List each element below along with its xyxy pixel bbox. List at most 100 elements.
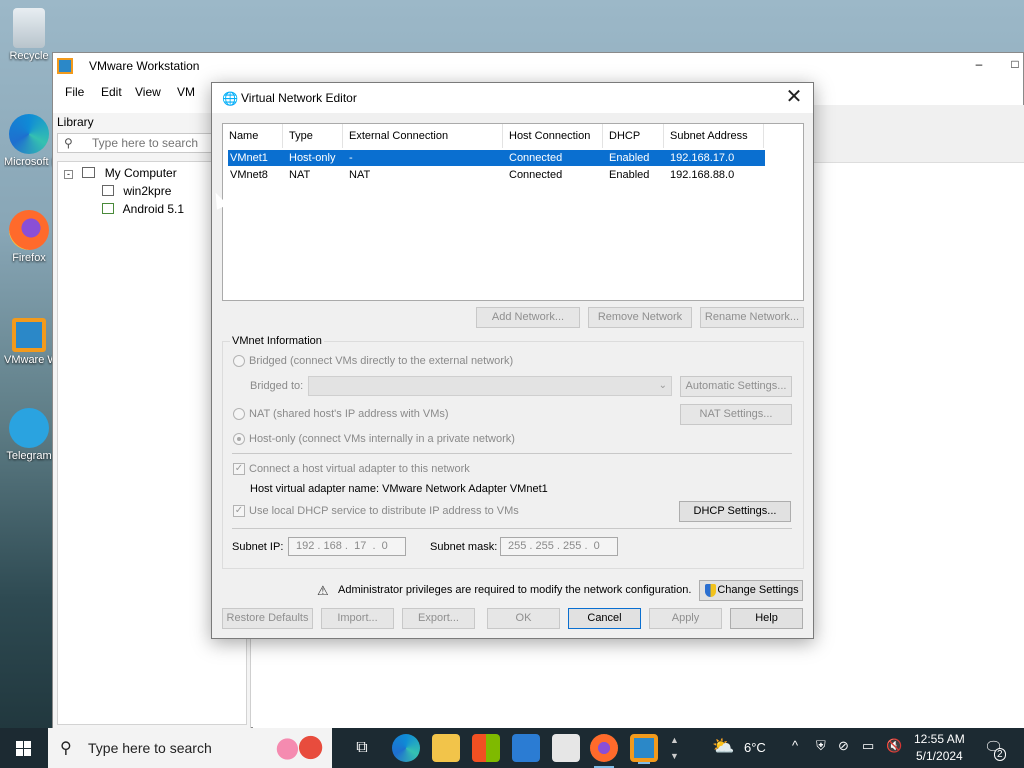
table-row-vmnet1[interactable]: VMnet1 Host-only - Connected Enabled 192… xyxy=(228,150,765,166)
edge-icon xyxy=(9,114,49,154)
cancel-button[interactable]: Cancel xyxy=(568,608,641,629)
table-row-vmnet8[interactable]: VMnet8 NAT NAT Connected Enabled 192.168… xyxy=(228,167,765,183)
tree-item-label: Android 5.1 xyxy=(122,202,185,216)
help-button[interactable]: Help xyxy=(730,608,803,629)
column-header-subnet-address[interactable]: Subnet Address xyxy=(664,124,764,148)
vm-icon xyxy=(102,203,114,214)
close-button[interactable]: ✕ xyxy=(781,86,807,110)
column-header-host-connection[interactable]: Host Connection xyxy=(503,124,603,148)
remove-network-button[interactable]: Remove Network xyxy=(588,307,692,328)
minimize-button[interactable]: – xyxy=(967,57,991,71)
vmware-app-icon xyxy=(57,58,73,74)
use-dhcp-checkbox[interactable]: ✓ xyxy=(233,505,245,517)
menu-edit[interactable]: Edit xyxy=(101,85,122,99)
menu-vm[interactable]: VM xyxy=(177,85,195,99)
mail-icon[interactable] xyxy=(512,734,540,762)
cell-dhcp: Enabled xyxy=(609,152,650,164)
virtual-network-editor-dialog: 🌐 Virtual Network Editor ✕ Name Type Ext… xyxy=(211,82,814,639)
desktop-icon-label: Microsoft Edge xyxy=(4,156,54,168)
clock-time[interactable]: 12:55 AM xyxy=(914,732,965,746)
use-dhcp-label: Use local DHCP service to distribute IP … xyxy=(249,505,519,517)
desktop-icon-recycle-bin[interactable]: Recycle xyxy=(4,8,54,62)
tree-item-vm[interactable]: win2kpre xyxy=(102,184,171,198)
bridged-to-select[interactable]: ⌄ xyxy=(308,376,672,396)
connect-adapter-checkbox[interactable]: ✓ xyxy=(233,463,245,475)
column-header-name[interactable]: Name xyxy=(223,124,283,148)
change-settings-label: Change Settings xyxy=(717,584,799,596)
bridged-radio-label: Bridged (connect VMs directly to the ext… xyxy=(249,355,514,367)
vmware-window-title: VMware Workstation xyxy=(89,59,200,73)
column-header-external-connection[interactable]: External Connection xyxy=(343,124,503,148)
start-button[interactable] xyxy=(0,728,48,768)
bridged-radio[interactable] xyxy=(233,355,245,367)
app-icon[interactable] xyxy=(552,734,580,762)
tree-item-label: win2kpre xyxy=(123,184,172,198)
automatic-settings-button[interactable]: Automatic Settings... xyxy=(680,376,792,397)
maximize-button[interactable]: □ xyxy=(1003,57,1024,71)
store-icon[interactable] xyxy=(472,734,500,762)
security-icon[interactable]: ⛨ xyxy=(816,738,826,754)
file-explorer-icon[interactable] xyxy=(432,734,460,762)
desktop-icon-edge[interactable]: Microsoft Edge xyxy=(4,114,54,168)
cell-subnet: 192.168.17.0 xyxy=(670,152,735,164)
desktop-icon-firefox[interactable]: Firefox xyxy=(4,210,54,264)
network-off-icon[interactable]: ⊘ xyxy=(838,738,849,754)
telegram-icon xyxy=(9,408,49,448)
collapse-icon[interactable]: - xyxy=(64,170,73,179)
menu-file[interactable]: File xyxy=(65,85,84,99)
taskbar-search-box[interactable]: ⚲ Type here to search xyxy=(48,728,332,768)
restore-defaults-button[interactable]: Restore Defaults xyxy=(222,608,313,629)
task-view-icon[interactable]: ⧉ xyxy=(348,734,376,762)
desktop-icon-vmware[interactable]: VMware Workstation xyxy=(4,318,54,366)
cell-type: Host-only xyxy=(289,152,336,164)
scroll-arrows-icon[interactable]: ▲ ▼ xyxy=(670,732,679,764)
host-only-radio[interactable] xyxy=(233,433,245,445)
clock-date[interactable]: 5/1/2024 xyxy=(916,749,963,763)
edge-taskbar-icon[interactable] xyxy=(392,734,420,762)
warning-icon: ⚠ xyxy=(317,583,329,598)
admin-notice-text: Administrator privileges are required to… xyxy=(338,584,692,596)
subnet-mask-field[interactable]: 255 . 255 . 255 . 0 xyxy=(500,537,618,556)
desktop-icon-label: Recycle xyxy=(9,50,49,62)
cell-host: Connected xyxy=(509,152,563,164)
nat-radio[interactable] xyxy=(233,408,245,420)
notification-count: 2 xyxy=(994,748,1006,761)
rename-network-button[interactable]: Rename Network... xyxy=(700,307,804,328)
vmware-taskbar-icon[interactable] xyxy=(630,734,658,764)
network-icon[interactable]: ▭ xyxy=(862,738,874,754)
dhcp-settings-button[interactable]: DHCP Settings... xyxy=(679,501,791,522)
chevron-down-icon: ⌄ xyxy=(658,380,667,391)
search-icon: ⚲ xyxy=(64,136,73,150)
nat-settings-button[interactable]: NAT Settings... xyxy=(680,404,792,425)
recycle-bin-icon xyxy=(13,8,45,48)
menu-view[interactable]: View xyxy=(135,85,161,99)
tree-item-vm[interactable]: Android 5.1 xyxy=(102,202,184,216)
import-button[interactable]: Import... xyxy=(321,608,394,629)
tree-item-my-computer[interactable]: - My Computer xyxy=(64,166,177,180)
weather-temperature[interactable]: 6°C xyxy=(744,740,766,755)
column-header-type[interactable]: Type xyxy=(283,124,343,148)
weather-icon[interactable]: ⛅ xyxy=(712,736,734,757)
taskbar-search-text: Type here to search xyxy=(88,740,212,756)
subnet-ip-field[interactable]: 192 . 168 . 17 . 0 xyxy=(288,537,406,556)
cell-external: NAT xyxy=(349,169,371,181)
shield-icon xyxy=(705,584,716,597)
apply-button[interactable]: Apply xyxy=(649,608,722,629)
column-header-dhcp[interactable]: DHCP xyxy=(603,124,664,148)
show-hidden-icons-icon[interactable]: ^ xyxy=(792,738,798,753)
tree-item-label: My Computer xyxy=(104,166,177,180)
volume-muted-icon[interactable]: 🔇 xyxy=(886,738,902,754)
cell-subnet: 192.168.88.0 xyxy=(670,169,735,181)
desktop-icon-telegram[interactable]: Telegram xyxy=(4,408,54,462)
ok-button[interactable]: OK xyxy=(487,608,560,629)
export-button[interactable]: Export... xyxy=(402,608,475,629)
flowers-icon xyxy=(270,734,328,764)
change-settings-button[interactable]: Change Settings xyxy=(699,580,803,601)
firefox-taskbar-icon[interactable] xyxy=(590,734,618,768)
add-network-button[interactable]: Add Network... xyxy=(476,307,580,328)
nat-radio-label: NAT (shared host's IP address with VMs) xyxy=(249,408,449,420)
library-title: Library xyxy=(57,115,94,129)
globe-icon: 🌐 xyxy=(222,91,239,106)
separator xyxy=(232,453,792,454)
adapter-name-text: Host virtual adapter name: VMware Networ… xyxy=(250,483,548,495)
